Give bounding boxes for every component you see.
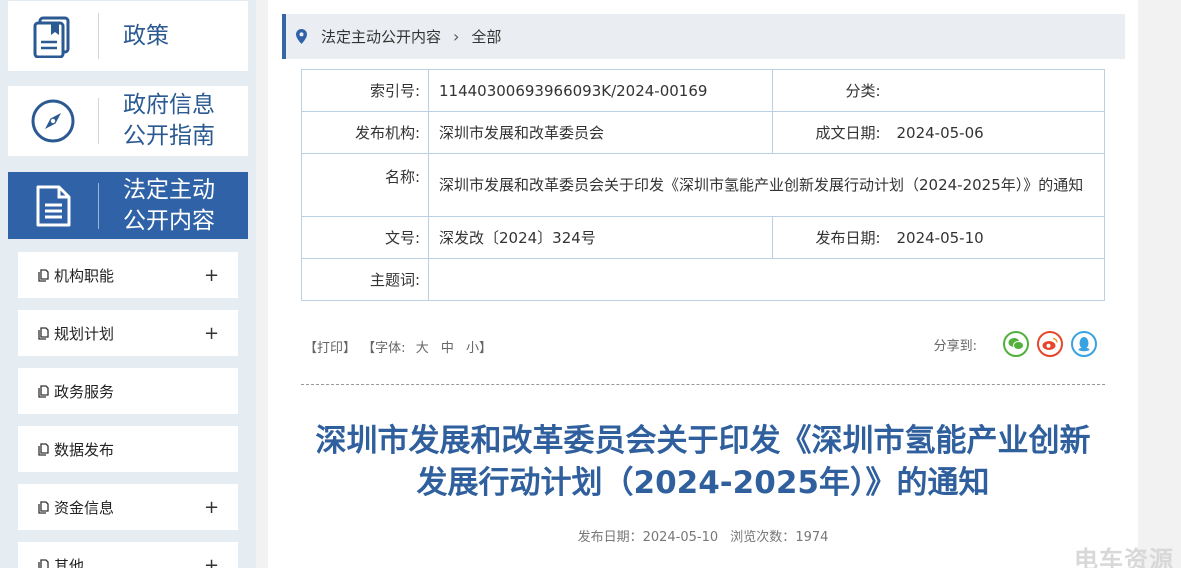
file-icon [38,326,50,340]
font-size-label: 【字体: [362,341,406,356]
views-count: 1974 [795,530,829,545]
file-icon [38,442,50,456]
main-content: 法定主动公开内容 › 全部 索引号: 11440300693966093K/20… [268,0,1138,568]
views-label: 浏览次数： [730,530,796,545]
meta-row: 主题词: [301,258,1105,301]
menu-item-gov-services[interactable]: 政务服务 [18,368,238,414]
meta-subject-value [428,258,1105,301]
expand-plus-icon[interactable]: + [204,323,219,344]
meta-issuer-value: 深圳市发展和改革委员会 [428,111,773,154]
meta-docno-value: 深发改〔2024〕324号 [428,216,773,259]
meta-index-label: 索引号: [301,69,429,112]
compass-icon [8,86,98,156]
pub-date-label: 发布日期： [577,530,643,545]
menu-item-label: 资金信息 [54,498,115,517]
meta-row: 索引号: 11440300693966093K/2024-00169 分类: [301,69,1105,112]
expand-plus-icon[interactable]: + [204,265,219,286]
sidebar-card-label-line2: 公开内容 [123,207,215,234]
divider [301,384,1105,385]
document-lines-icon [8,172,98,239]
file-icon [38,384,50,398]
qq-share-icon[interactable] [1071,331,1097,357]
meta-row: 名称: 深圳市发展和改革委员会关于印发《深圳市氢能产业创新发展行动计划（2024… [301,153,1105,217]
menu-item-funding-info[interactable]: 资金信息 + [18,484,238,530]
menu-item-label: 规划计划 [54,324,115,343]
wechat-share-icon[interactable] [1003,331,1029,357]
expand-plus-icon[interactable]: + [204,497,219,518]
print-button[interactable]: 【打印】 [304,341,356,356]
share-label: 分享到: [933,338,977,354]
meta-docno-label: 文号: [301,216,429,259]
policy-document-icon [8,1,98,71]
expand-plus-icon[interactable]: + [204,555,219,568]
font-medium-button[interactable]: 中 [441,341,454,356]
meta-row: 文号: 深发改〔2024〕324号 发布日期: 2024-05-10 [301,216,1105,259]
file-icon [38,558,50,568]
pub-date-value: 2024-05-10 [642,530,719,545]
document-meta-table: 索引号: 11440300693966093K/2024-00169 分类: 发… [301,69,1105,301]
share-bar: 分享到: [934,331,1097,357]
breadcrumb: 法定主动公开内容 › 全部 [282,14,1125,59]
meta-issuer-label: 发布机构: [301,111,429,154]
menu-item-label: 其他 [54,556,85,568]
article-title: 深圳市发展和改革委员会关于印发《深圳市氢能产业创新 发展行动计划（2024-20… [288,420,1118,504]
meta-pub-date-label: 发布日期: [772,216,893,259]
sidebar-card-policy[interactable]: 政策 [8,1,248,71]
sidebar: 政策 政府信息 公开指南 法定主动 公开内容 机构职能 + 规划计划 + 政务服… [0,0,256,568]
meta-name-value: 深圳市发展和改革委员会关于印发《深圳市氢能产业创新发展行动计划（2024-202… [428,153,1105,217]
meta-subject-label: 主题词: [301,258,429,301]
sidebar-card-statutory-disclosure[interactable]: 法定主动 公开内容 [8,172,248,239]
article-pub-info: 发布日期：2024-05-10 浏览次数：1974 [301,526,1105,545]
sidebar-card-label-line1: 法定主动 [123,176,215,203]
meta-written-date-value: 2024-05-06 [892,111,1105,154]
location-pin-icon [296,29,307,44]
breadcrumb-current[interactable]: 全部 [471,26,501,47]
meta-category-value [892,69,1105,112]
meta-index-value: 11440300693966093K/2024-00169 [428,69,773,112]
sidebar-card-guide[interactable]: 政府信息 公开指南 [8,86,248,156]
file-icon [38,500,50,514]
article-tools: 【打印】 【字体: 大 中 小】 分享到: [301,331,1105,357]
chevron-right-icon: › [453,27,460,46]
article-title-line2: 发展行动计划（2024-2025年）》的通知 [416,465,990,501]
sidebar-card-label-line1: 政府信息 [123,92,215,118]
menu-item-label: 机构职能 [54,266,115,285]
meta-category-label: 分类: [772,69,893,112]
meta-name-label: 名称: [301,153,429,217]
menu-item-other[interactable]: 其他 + [18,542,238,568]
weibo-share-icon[interactable] [1037,331,1063,357]
menu-item-label: 政务服务 [54,382,115,401]
menu-item-plans[interactable]: 规划计划 + [18,310,238,356]
meta-row: 发布机构: 深圳市发展和改革委员会 成文日期: 2024-05-06 [301,111,1105,154]
breadcrumb-section-link[interactable]: 法定主动公开内容 [321,26,441,47]
menu-item-label: 数据发布 [54,440,115,459]
file-icon [38,268,50,282]
meta-pub-date-value: 2024-05-10 [892,216,1105,259]
meta-written-date-label: 成文日期: [772,111,893,154]
font-small-button[interactable]: 小】 [466,341,492,356]
sidebar-card-label: 政策 [123,22,169,49]
font-large-button[interactable]: 大 [416,341,429,356]
sidebar-card-label-line2: 公开指南 [123,123,215,149]
menu-item-org-functions[interactable]: 机构职能 + [18,252,238,298]
article-title-line1: 深圳市发展和改革委员会关于印发《深圳市氢能产业创新 [315,423,1091,459]
menu-item-data-release[interactable]: 数据发布 [18,426,238,472]
watermark: 电车资源 [1074,546,1174,568]
